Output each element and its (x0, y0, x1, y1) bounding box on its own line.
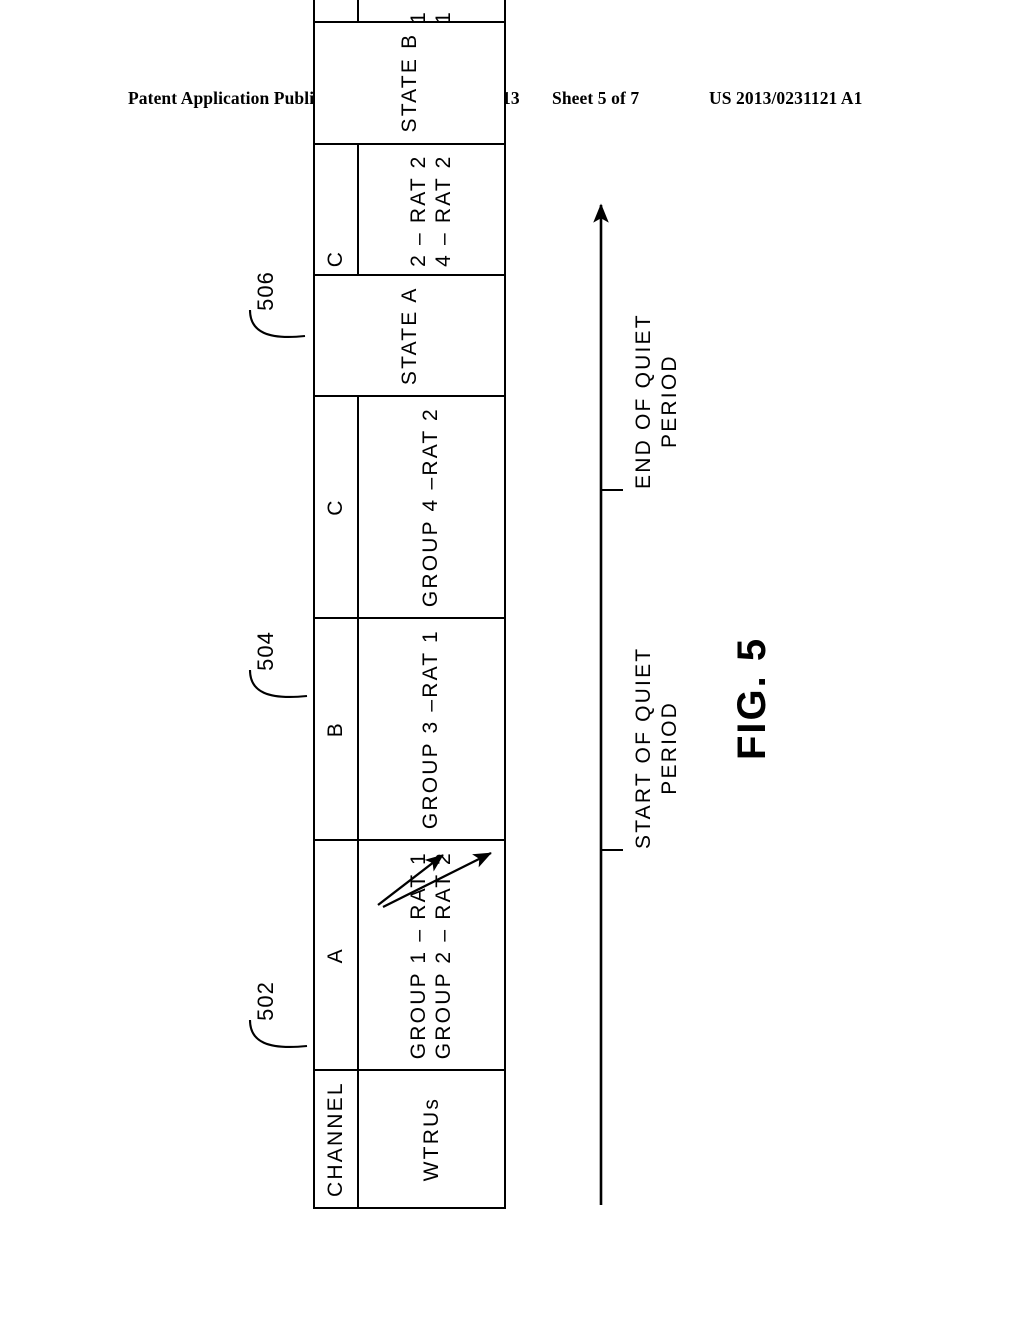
wtru-entry: GROUP 4 –RAT 2 (419, 407, 443, 608)
state-label-502: STATE A (314, 275, 505, 397)
reference-numeral-504: 504 (252, 631, 278, 671)
reference-numeral-502: 502 (252, 981, 278, 1021)
reference-numeral-506: 506 (252, 271, 278, 311)
leader-line-504 (248, 669, 308, 698)
leader-line-502 (248, 1019, 308, 1048)
header-patent-number: US 2013/0231121 A1 (709, 88, 863, 108)
cell-b-channel-502: B (314, 618, 358, 841)
cell-c-wtrus-502: GROUP 4 –RAT 2 (358, 396, 505, 619)
timeline-label-end-of-quiet: END OF QUIET PERIOD (631, 313, 684, 489)
timeline-tick-end-of-quiet (601, 489, 623, 492)
timeline-label-line2: PERIOD (658, 354, 682, 448)
cell-a-wtrus-502: GROUP 1 – RAT 1 GROUP 2 – RAT 2 (358, 840, 505, 1071)
figure-overlay (248, 203, 609, 1205)
timeline-label-line2: PERIOD (658, 700, 682, 795)
cell-b-wtrus-502: GROUP 3 –RAT 1 (358, 618, 505, 841)
header-sheet: Sheet 5 of 7 (552, 88, 640, 108)
timeline-label-start-of-quiet: START OF QUIET PERIOD (631, 647, 684, 849)
cell-c-channel-502: C (314, 396, 358, 619)
header-channel-502: CHANNEL (314, 1070, 358, 1208)
timeline-tick-start-of-quiet (601, 849, 623, 852)
state-label-504: STATE B (314, 21, 505, 144)
timeline-label-line1: END OF QUIET (632, 313, 655, 489)
state-a-table: CHANNEL A B C STATE A WTRUs GROUP 1 – RA… (313, 274, 506, 1209)
wtru-entry: GROUP 1 – RAT 1 (407, 851, 431, 1060)
patent-figure-page: Patent Application Publication Sep. 5, 2… (0, 0, 1024, 1320)
leader-line-506 (248, 309, 306, 338)
table-row: CHANNEL A B C STATE A (314, 275, 505, 1208)
cell-a-channel-502: A (314, 840, 358, 1071)
figure-label: FIG. 5 (730, 636, 774, 760)
table-row: WTRUs GROUP 1 – RAT 1 GROUP 2 – RAT 2 GR… (358, 275, 505, 1208)
timeline-label-line1: START OF QUIET (632, 646, 655, 849)
wtru-entry: GROUP 2 – RAT 2 (431, 851, 455, 1060)
table-502: CHANNEL A B C STATE A WTRUs GROUP 1 – RA… (313, 274, 506, 1209)
wtru-entry: GROUP 3 –RAT 1 (419, 629, 443, 830)
header-wtrus-502: WTRUs (358, 1070, 505, 1208)
